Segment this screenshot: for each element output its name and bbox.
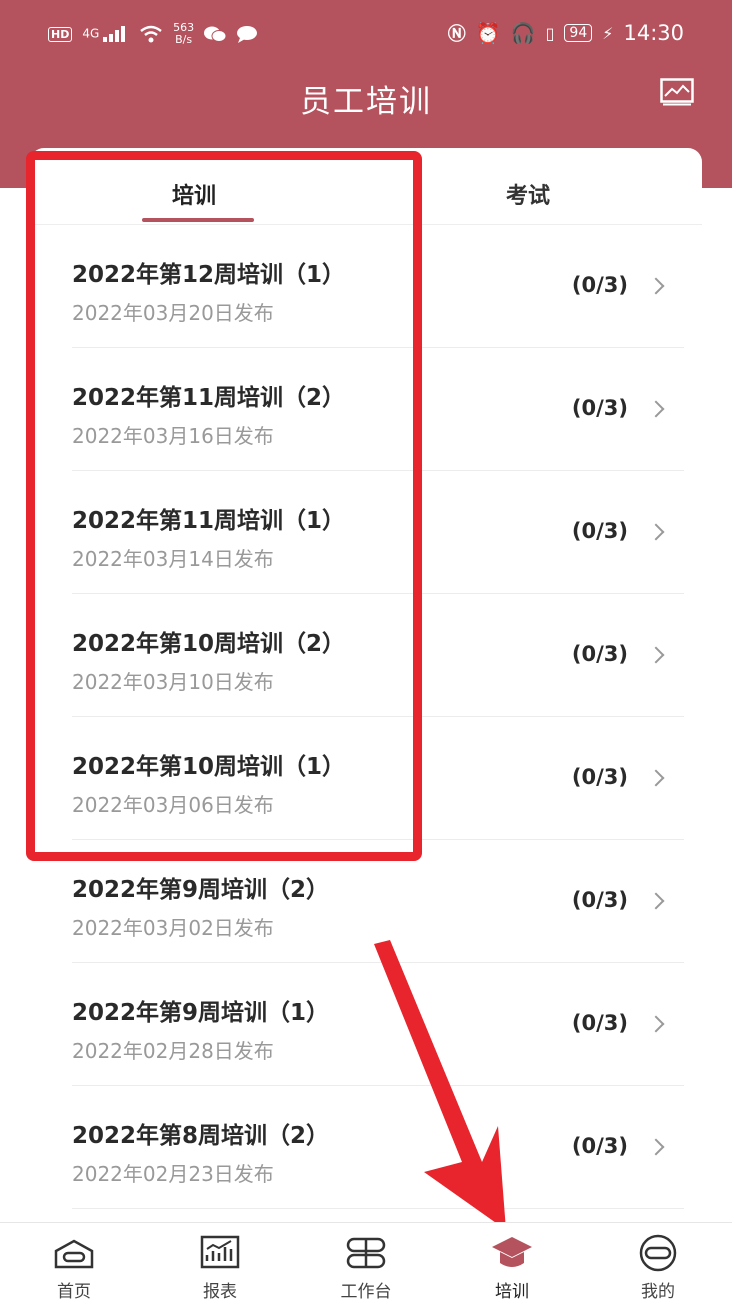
network-signal: 4G	[82, 26, 129, 42]
nav-home-label: 首页	[57, 1282, 91, 1302]
status-bar: HD 4G 563 B/s Ⓝ ⏰ 🎧 ▯ 94 ⚡ 14:30	[0, 0, 732, 66]
profile-icon	[639, 1234, 677, 1272]
training-date: 2022年03月20日发布	[72, 301, 274, 325]
nav-report-label: 报表	[203, 1282, 237, 1302]
workbench-icon	[346, 1237, 386, 1269]
network-type: 4G	[82, 26, 100, 41]
chevron-right-icon	[647, 1015, 665, 1033]
training-list-item[interactable]: 2022年第9周培训（1） 2022年02月28日发布 (0/3)	[30, 963, 702, 1086]
training-progress: (0/3)	[571, 519, 628, 543]
report-icon	[200, 1235, 240, 1269]
nav-workbench-label: 工作台	[340, 1282, 392, 1302]
training-title: 2022年第10周培训（2）	[72, 631, 346, 657]
status-time: 14:30	[623, 21, 684, 45]
training-date: 2022年03月14日发布	[72, 547, 274, 571]
network-speed: 563 B/s	[173, 22, 194, 46]
training-list-item[interactable]: 2022年第10周培训（1） 2022年03月06日发布 (0/3)	[30, 717, 702, 840]
training-progress: (0/3)	[571, 1011, 628, 1035]
training-list-item[interactable]: 2022年第10周培训（2） 2022年03月10日发布 (0/3)	[30, 594, 702, 717]
training-list-item[interactable]: 2022年第11周培训（2） 2022年03月16日发布 (0/3)	[30, 348, 702, 471]
training-title: 2022年第11周培训（2）	[72, 385, 346, 411]
training-title: 2022年第9周培训（2）	[72, 877, 330, 903]
chevron-right-icon	[647, 1138, 665, 1156]
training-list-item[interactable]: 2022年第9周培训（2） 2022年03月02日发布 (0/3)	[30, 840, 702, 963]
training-title: 2022年第12周培训（1）	[72, 262, 346, 288]
nfc-icon: Ⓝ	[447, 24, 466, 45]
graduation-cap-icon	[492, 1237, 532, 1267]
training-title: 2022年第10周培训（1）	[72, 754, 346, 780]
training-date: 2022年03月02日发布	[72, 916, 274, 940]
nav-profile[interactable]: 我的	[608, 1233, 708, 1302]
nav-home[interactable]: 首页	[24, 1233, 124, 1302]
nav-profile-label: 我的	[641, 1282, 675, 1302]
signal-icon	[103, 26, 126, 42]
status-left: HD 4G 563 B/s	[48, 22, 258, 46]
training-progress: (0/3)	[571, 396, 628, 420]
wechat-icon	[204, 26, 227, 42]
battery-level: 94	[564, 24, 593, 42]
headphones-icon: 🎧	[510, 21, 536, 45]
nav-report[interactable]: 报表	[170, 1233, 270, 1302]
chevron-right-icon	[647, 277, 665, 295]
nav-workbench[interactable]: 工作台	[316, 1233, 416, 1302]
training-progress: (0/3)	[571, 765, 628, 789]
training-date: 2022年03月16日发布	[72, 424, 274, 448]
training-progress: (0/3)	[571, 888, 628, 912]
charging-icon: ⚡	[602, 23, 614, 43]
training-progress: (0/3)	[571, 642, 628, 666]
status-right: Ⓝ ⏰ 🎧 ▯ 94 ⚡ 14:30	[448, 20, 684, 46]
hd-badge: HD	[48, 26, 73, 42]
message-icon	[237, 26, 258, 43]
vibrate-icon: ▯	[545, 23, 555, 43]
chevron-right-icon	[647, 400, 665, 418]
training-list-item[interactable]: 2022年第12周培训（1） 2022年03月20日发布 (0/3)	[30, 225, 702, 348]
training-title: 2022年第9周培训（1）	[72, 1000, 330, 1026]
training-date: 2022年03月06日发布	[72, 793, 274, 817]
training-date: 2022年02月28日发布	[72, 1039, 274, 1063]
training-list-item[interactable]: 2022年第8周培训（2） 2022年02月23日发布 (0/3)	[30, 1086, 702, 1209]
chevron-right-icon	[647, 892, 665, 910]
training-progress: (0/3)	[571, 273, 628, 297]
bottom-tab-bar: 首页 报表 工作台 培训 我的	[0, 1222, 732, 1305]
training-title: 2022年第8周培训（2）	[72, 1123, 330, 1149]
chart-icon[interactable]	[660, 78, 694, 106]
chevron-right-icon	[647, 646, 665, 664]
home-icon	[54, 1239, 94, 1269]
tab-training[interactable]: 培训	[172, 178, 216, 210]
chevron-right-icon	[647, 523, 665, 541]
page-title: 员工培训	[300, 84, 432, 120]
training-date: 2022年02月23日发布	[72, 1162, 274, 1186]
list-divider	[72, 1208, 684, 1209]
speed-unit: B/s	[175, 33, 193, 46]
nav-training[interactable]: 培训	[462, 1233, 562, 1302]
chevron-right-icon	[647, 769, 665, 787]
training-list-item[interactable]: 2022年第11周培训（1） 2022年03月14日发布 (0/3)	[30, 471, 702, 594]
active-tab-indicator	[142, 218, 254, 222]
alarm-icon: ⏰	[475, 21, 501, 45]
training-progress: (0/3)	[571, 1134, 628, 1158]
nav-training-label: 培训	[495, 1282, 529, 1302]
training-title: 2022年第11周培训（1）	[72, 508, 346, 534]
tab-exam[interactable]: 考试	[506, 178, 550, 210]
training-date: 2022年03月10日发布	[72, 670, 274, 694]
wifi-icon	[140, 25, 162, 43]
